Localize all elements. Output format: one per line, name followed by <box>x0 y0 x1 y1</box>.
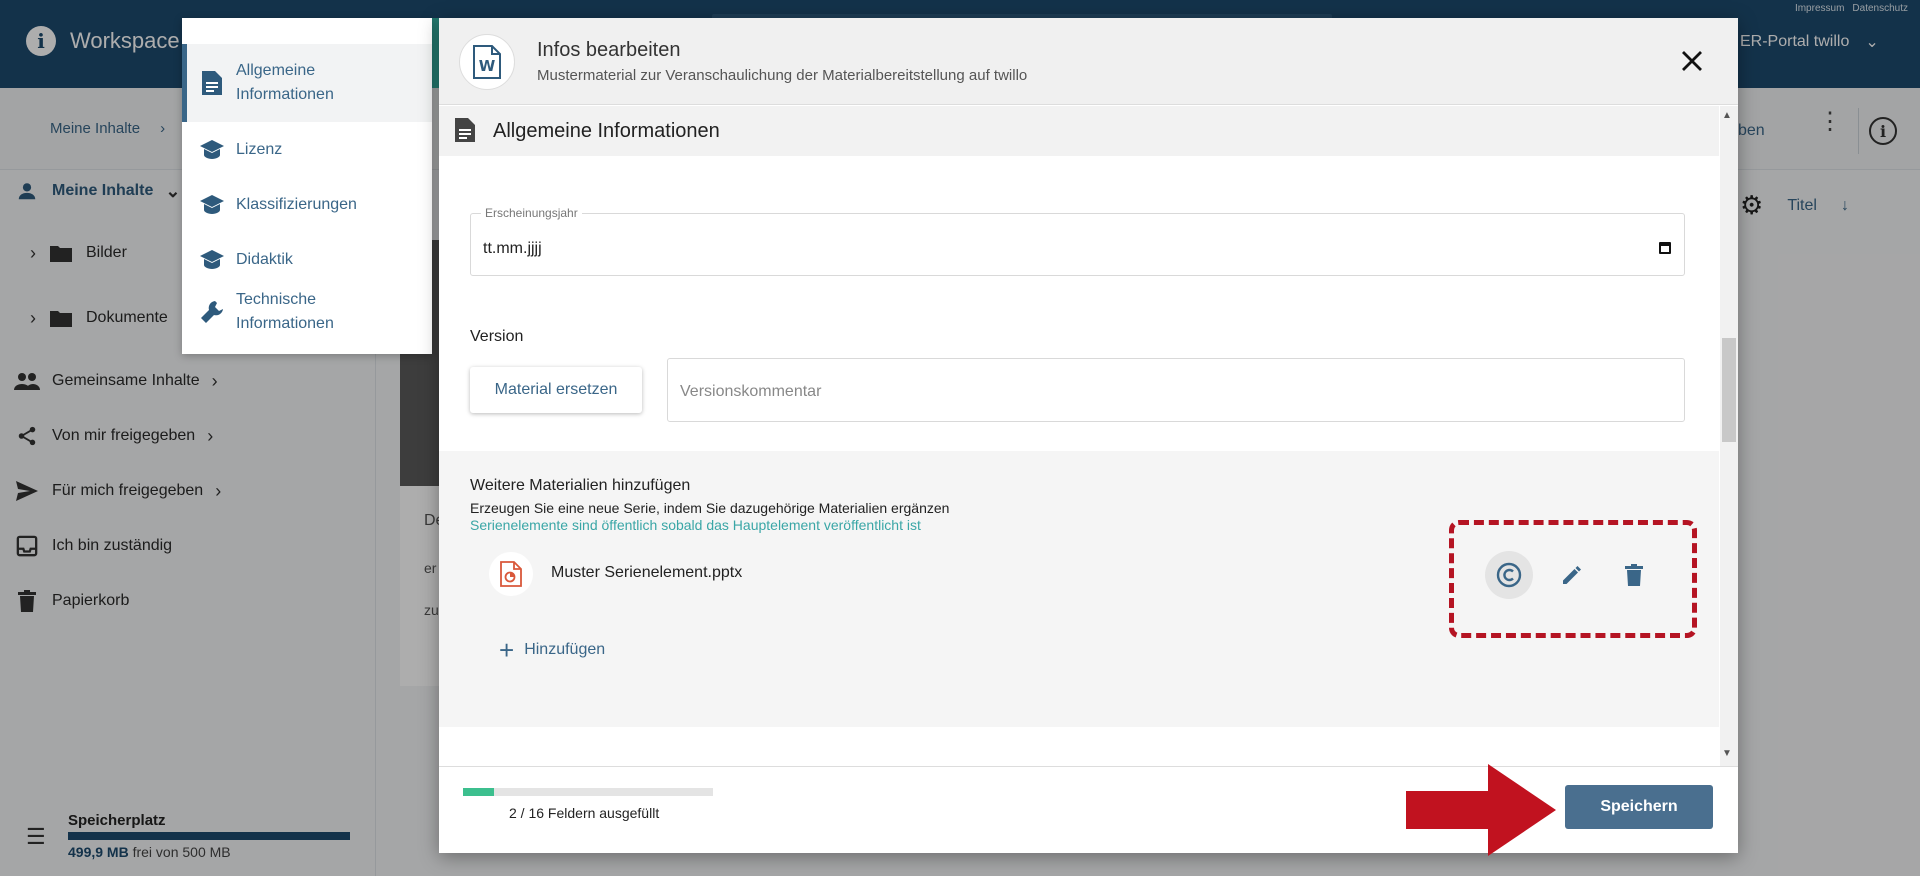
trash-icon <box>1625 564 1643 586</box>
arrow-right-icon <box>1406 764 1556 856</box>
scroll-down-icon[interactable]: ▼ <box>1722 748 1732 759</box>
scrollbar-thumb[interactable] <box>1722 338 1736 442</box>
close-icon <box>1682 51 1702 71</box>
edit-info-dialog: W Infos bearbeiten Mustermaterial zur Ve… <box>439 18 1738 853</box>
graduation-cap-icon <box>198 246 226 274</box>
graduation-cap-icon <box>198 191 226 219</box>
plus-icon: + <box>499 635 515 665</box>
year-field-value[interactable]: tt.mm.jjjj <box>483 240 542 258</box>
nav-item-label: Klassifizierungen <box>236 196 357 213</box>
add-series-item-button[interactable]: + Hinzufügen <box>499 635 606 665</box>
calendar-icon[interactable] <box>1659 242 1671 254</box>
dialog-title: Infos bearbeiten <box>537 39 681 61</box>
edit-button[interactable] <box>1548 551 1596 599</box>
license-button[interactable] <box>1485 551 1533 599</box>
progress-text: 2 / 16 Feldern ausgefüllt <box>509 805 660 821</box>
scrollbar-track[interactable] <box>1720 106 1738 786</box>
nav-item-technische-informationen[interactable]: Technische Informationen <box>182 282 432 342</box>
copyright-icon <box>1496 562 1522 588</box>
series-item-name: Muster Serienelement.pptx <box>551 564 743 581</box>
version-comment-input[interactable]: Versionskommentar <box>667 358 1685 422</box>
year-field-label: Erscheinungsjahr <box>481 206 582 220</box>
delete-button[interactable] <box>1610 551 1658 599</box>
document-icon <box>198 69 226 97</box>
year-field[interactable] <box>470 213 1685 276</box>
nav-item-label: Didaktik <box>236 251 293 268</box>
scroll-up-icon[interactable]: ▲ <box>1722 110 1732 121</box>
nav-item-label: Technische Informationen <box>236 291 334 332</box>
svg-text:W: W <box>479 57 496 75</box>
nav-item-lizenz[interactable]: Lizenz <box>182 130 432 170</box>
word-document-icon: W <box>459 34 515 90</box>
wrench-icon <box>198 298 226 326</box>
series-description: Erzeugen Sie eine neue Serie, indem Sie … <box>470 500 950 516</box>
dialog-section-menu: Allgemeine Informationen Lizenz Klassifi… <box>182 18 432 354</box>
section-header: Allgemeine Informationen <box>439 106 1719 156</box>
nav-item-label: Allgemeine Informationen <box>236 62 334 103</box>
nav-item-label: Lizenz <box>236 141 283 158</box>
dialog-subtitle: Mustermaterial zur Veranschaulichung der… <box>537 67 1028 84</box>
nav-item-didaktik[interactable]: Didaktik <box>182 240 432 280</box>
dialog-header: W Infos bearbeiten Mustermaterial zur Ve… <box>439 18 1738 105</box>
add-label: Hinzufügen <box>524 641 606 658</box>
series-note: Serienelemente sind öffentlich sobald da… <box>470 517 921 533</box>
replace-material-button[interactable]: Material ersetzen <box>470 367 642 413</box>
series-title: Weitere Materialien hinzufügen <box>470 477 691 494</box>
progress-bar-fill <box>463 788 495 796</box>
nav-item-klassifizierungen[interactable]: Klassifizierungen <box>182 185 432 225</box>
save-button[interactable]: Speichern <box>1565 785 1713 829</box>
close-button[interactable] <box>1677 46 1707 76</box>
nav-item-allgemeine-informationen[interactable]: Allgemeine Informationen <box>182 44 432 122</box>
powerpoint-file-icon <box>489 552 533 596</box>
progress-bar <box>463 788 713 796</box>
document-icon <box>455 118 475 147</box>
version-label: Version <box>470 328 524 345</box>
graduation-cap-icon <box>198 136 226 164</box>
pencil-icon <box>1563 566 1581 584</box>
section-title: Allgemeine Informationen <box>493 120 720 142</box>
